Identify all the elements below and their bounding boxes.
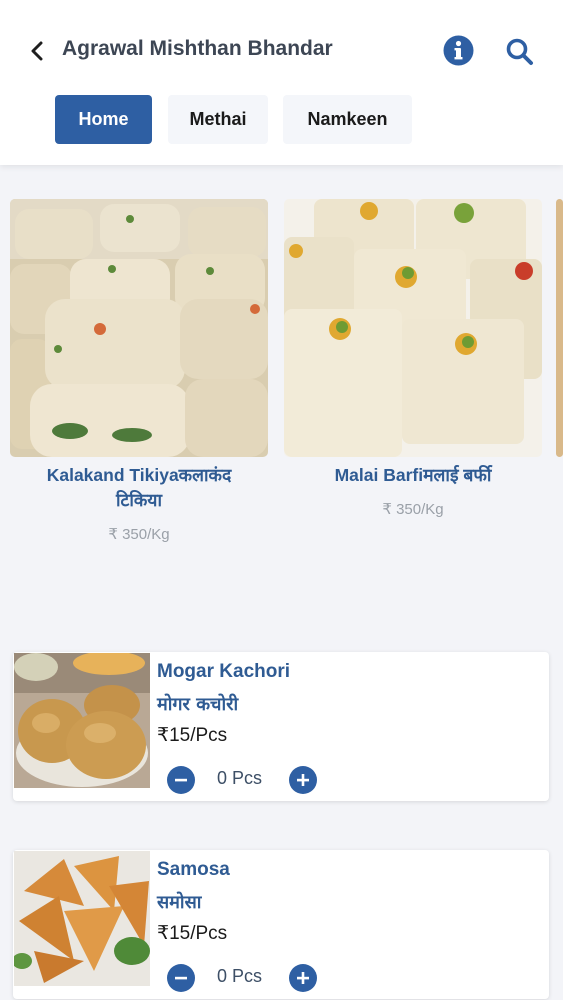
product-name: Mogar Kachori xyxy=(157,661,291,682)
search-icon xyxy=(506,38,533,65)
info-button[interactable] xyxy=(443,35,474,66)
list-item-mogar-kachori[interactable]: Mogar Kachori मोगर कचोरी ₹15/Pcs 0 Pcs xyxy=(13,652,549,801)
mogar-kachori-image xyxy=(14,653,150,788)
plus-icon xyxy=(297,774,309,786)
kalakand-name-line1: Kalakand Tikiyaकलाकंद xyxy=(46,465,232,485)
malai-barfi-price: ₹ 350/Kg xyxy=(382,501,444,518)
minus-icon xyxy=(175,778,187,782)
tab-methai[interactable]: Methai xyxy=(168,95,268,144)
increase-qty-button[interactable] xyxy=(289,964,317,992)
kalakand-image[interactable] xyxy=(10,199,268,457)
search-button[interactable] xyxy=(505,37,534,66)
info-icon xyxy=(443,35,474,66)
decrease-qty-button[interactable] xyxy=(167,964,195,992)
samosa-image xyxy=(14,851,150,986)
product-name: Samosa xyxy=(157,859,230,880)
list-item-samosa[interactable]: Samosa समोसा ₹15/Pcs 0 Pcs xyxy=(13,850,549,999)
product-hindi-name: समोसा xyxy=(157,892,202,913)
product-price: ₹15/Pcs xyxy=(157,725,228,746)
kalakand-price: ₹ 350/Kg xyxy=(108,526,170,543)
kalakand-name-line2: टिकिया xyxy=(115,490,162,510)
minus-icon xyxy=(175,976,187,980)
increase-qty-button[interactable] xyxy=(289,766,317,794)
tab-home[interactable]: Home xyxy=(55,95,152,144)
page-title: Agrawal Mishthan Bhandar xyxy=(62,37,333,60)
malai-barfi-name[interactable]: Malai Barfiमलाई बर्फी xyxy=(284,463,542,488)
chevron-left-icon xyxy=(31,41,43,61)
back-button[interactable] xyxy=(26,38,48,64)
product-hindi-name: मोगर कचोरी xyxy=(157,694,239,715)
quantity-value: 0 Pcs xyxy=(217,966,263,986)
malai-barfi-image[interactable] xyxy=(284,199,542,457)
kalakand-name[interactable]: Kalakand Tikiyaकलाकंद टिकिया xyxy=(10,463,268,513)
quantity-value: 0 Pcs xyxy=(217,768,263,788)
tab-namkeen[interactable]: Namkeen xyxy=(283,95,412,144)
plus-icon xyxy=(297,972,309,984)
next-card-peek[interactable] xyxy=(556,199,563,457)
app-header: Agrawal Mishthan Bhandar Home Methai Nam… xyxy=(0,0,563,165)
decrease-qty-button[interactable] xyxy=(167,766,195,794)
product-price: ₹15/Pcs xyxy=(157,923,228,944)
